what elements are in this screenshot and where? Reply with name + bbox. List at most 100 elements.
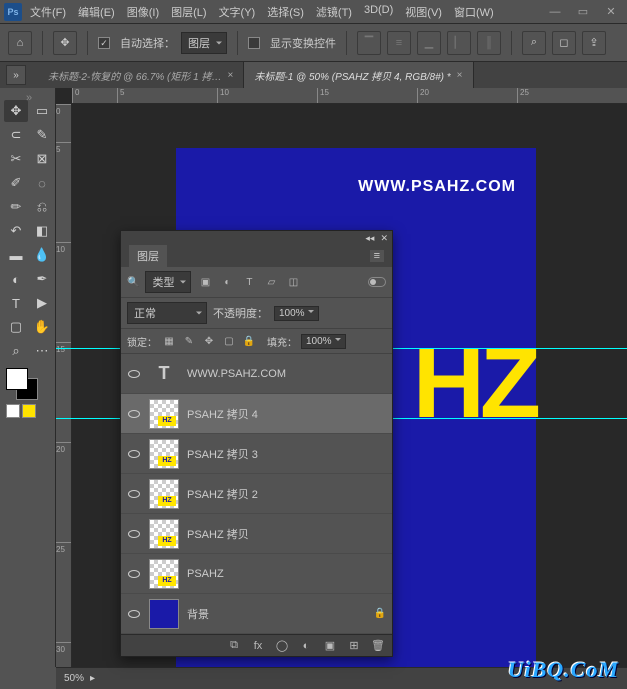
layer-mask-icon[interactable]: ◯: [274, 638, 290, 654]
layer-name[interactable]: PSAHZ 拷贝 4: [187, 406, 258, 422]
ruler-horizontal[interactable]: 0 5 10 15 20 25: [72, 88, 627, 104]
dodge-tool[interactable]: ◐: [4, 268, 28, 290]
gradient-tool[interactable]: ▬: [4, 244, 28, 266]
layer-thumbnail[interactable]: HZ: [149, 439, 179, 469]
visibility-toggle[interactable]: [127, 367, 141, 381]
layer-name[interactable]: PSAHZ 拷贝: [187, 526, 249, 542]
layers-panel[interactable]: ◂◂ ✕ 图层 ≡ 🔍 类型 ▣ ◐ T ▱ ◫ 正常 不透明度： 100% 锁…: [120, 230, 393, 657]
frame-tool[interactable]: ⊠: [30, 148, 54, 170]
menu-layer[interactable]: 图层(L): [171, 4, 206, 20]
lock-artboard-icon[interactable]: ▢: [221, 333, 237, 349]
mini-swatch-1[interactable]: [6, 404, 20, 418]
zoom-tool[interactable]: ⌕: [4, 340, 28, 362]
layer-name[interactable]: PSAHZ 拷贝 2: [187, 486, 258, 502]
zoom-level[interactable]: 50%: [64, 673, 84, 684]
visibility-toggle[interactable]: [127, 407, 141, 421]
layer-thumbnail[interactable]: HZ: [149, 519, 179, 549]
align-hcenter-button[interactable]: ║: [477, 31, 501, 55]
align-bottom-button[interactable]: ▁: [417, 31, 441, 55]
blend-mode-dropdown[interactable]: 正常: [127, 302, 207, 324]
window-maximize-button[interactable]: ▭: [571, 3, 595, 21]
layer-row[interactable]: 背景🔒: [121, 594, 392, 634]
lock-transparency-icon[interactable]: ▦: [161, 333, 177, 349]
filter-shape-icon[interactable]: ▱: [263, 274, 279, 290]
visibility-toggle[interactable]: [127, 527, 141, 541]
document-tab-inactive[interactable]: 未标题-2-恢复的 @ 66.7% (矩形 1 拷… ×: [38, 62, 244, 88]
align-left-button[interactable]: ▏: [447, 31, 471, 55]
pen-tool[interactable]: ✒: [30, 268, 54, 290]
close-tab-icon[interactable]: ×: [228, 70, 234, 81]
layer-name[interactable]: 背景: [187, 606, 209, 622]
panel-close-icon[interactable]: ✕: [380, 233, 388, 244]
layer-thumbnail[interactable]: HZ: [149, 559, 179, 589]
menu-view[interactable]: 视图(V): [405, 4, 442, 20]
layer-thumbnail[interactable]: HZ: [149, 479, 179, 509]
layer-row[interactable]: HZ PSAHZ 拷贝: [121, 514, 392, 554]
brush-tool[interactable]: ✏: [4, 196, 28, 218]
lock-pixels-icon[interactable]: ✎: [181, 333, 197, 349]
marquee-tool[interactable]: ▭: [30, 100, 54, 122]
home-button[interactable]: ⌂: [8, 31, 32, 55]
layer-name[interactable]: PSAHZ: [187, 568, 224, 580]
window-close-button[interactable]: ✕: [599, 3, 623, 21]
quick-select-tool[interactable]: ✎: [30, 124, 54, 146]
move-tool-button[interactable]: ✥: [53, 31, 77, 55]
mini-swatch-2[interactable]: [22, 404, 36, 418]
rectangle-tool[interactable]: ▢: [4, 316, 28, 338]
collapse-icon[interactable]: ◂◂: [365, 233, 374, 244]
auto-select-checkbox[interactable]: [98, 37, 110, 49]
search-button[interactable]: ⌕: [522, 31, 546, 55]
show-transform-checkbox[interactable]: [248, 37, 260, 49]
menu-window[interactable]: 窗口(W): [454, 4, 494, 20]
layer-name[interactable]: WWW.PSAHZ.COM: [187, 368, 286, 380]
panel-grip[interactable]: ◂◂ ✕: [121, 231, 392, 245]
filter-pixel-icon[interactable]: ▣: [197, 274, 213, 290]
align-top-button[interactable]: ▔: [357, 31, 381, 55]
ruler-vertical[interactable]: 0 5 10 15 20 25 30: [56, 104, 72, 667]
share-button[interactable]: ⇪: [582, 31, 606, 55]
adjustment-layer-icon[interactable]: ◐: [298, 638, 314, 654]
menu-file[interactable]: 文件(F): [30, 4, 66, 20]
layer-thumbnail[interactable]: T: [149, 359, 179, 389]
layer-row[interactable]: HZPSAHZ 拷贝 4: [121, 394, 392, 434]
history-brush-tool[interactable]: ↶: [4, 220, 28, 242]
lasso-tool[interactable]: ⊂: [4, 124, 28, 146]
stamp-tool[interactable]: ⎌: [30, 196, 54, 218]
filter-type-icon[interactable]: T: [241, 274, 257, 290]
visibility-toggle[interactable]: [127, 487, 141, 501]
fill-field[interactable]: 100%: [301, 334, 346, 349]
crop-tool[interactable]: ✂: [4, 148, 28, 170]
panel-menu-icon[interactable]: ≡: [370, 250, 384, 262]
visibility-toggle[interactable]: [127, 567, 141, 581]
hand-tool[interactable]: ✋: [30, 316, 54, 338]
layer-row[interactable]: HZPSAHZ 拷贝 3: [121, 434, 392, 474]
menu-image[interactable]: 图像(I): [127, 4, 159, 20]
group-icon[interactable]: ▣: [322, 638, 338, 654]
window-minimize-button[interactable]: —: [543, 3, 567, 21]
lock-position-icon[interactable]: ✥: [201, 333, 217, 349]
filter-adjust-icon[interactable]: ◐: [219, 274, 235, 290]
menu-3d[interactable]: 3D(D): [364, 4, 393, 20]
link-layers-icon[interactable]: ⧉: [226, 638, 242, 654]
layer-thumbnail[interactable]: [149, 599, 179, 629]
filter-toggle[interactable]: [368, 277, 386, 287]
menu-type[interactable]: 文字(Y): [219, 4, 256, 20]
move-tool[interactable]: ✥: [4, 100, 28, 122]
layer-fx-icon[interactable]: fx: [250, 638, 266, 654]
visibility-toggle[interactable]: [127, 447, 141, 461]
opacity-field[interactable]: 100%: [274, 306, 319, 321]
workspace-button[interactable]: ◻: [552, 31, 576, 55]
path-select-tool[interactable]: ▶: [30, 292, 54, 314]
filter-type-dropdown[interactable]: 类型: [145, 271, 191, 293]
eyedropper-tool[interactable]: ✐: [4, 172, 28, 194]
layer-row[interactable]: HZ PSAHZ: [121, 554, 392, 594]
type-tool[interactable]: T: [4, 292, 28, 314]
menu-edit[interactable]: 编辑(E): [78, 4, 115, 20]
close-tab-icon[interactable]: ×: [457, 70, 463, 81]
foreground-swatch[interactable]: [6, 368, 28, 390]
healing-tool[interactable]: ◌: [30, 172, 54, 194]
delete-layer-icon[interactable]: 🗑: [370, 638, 386, 654]
menu-select[interactable]: 选择(S): [267, 4, 304, 20]
layer-row[interactable]: HZ PSAHZ 拷贝 2: [121, 474, 392, 514]
filter-smart-icon[interactable]: ◫: [285, 274, 301, 290]
